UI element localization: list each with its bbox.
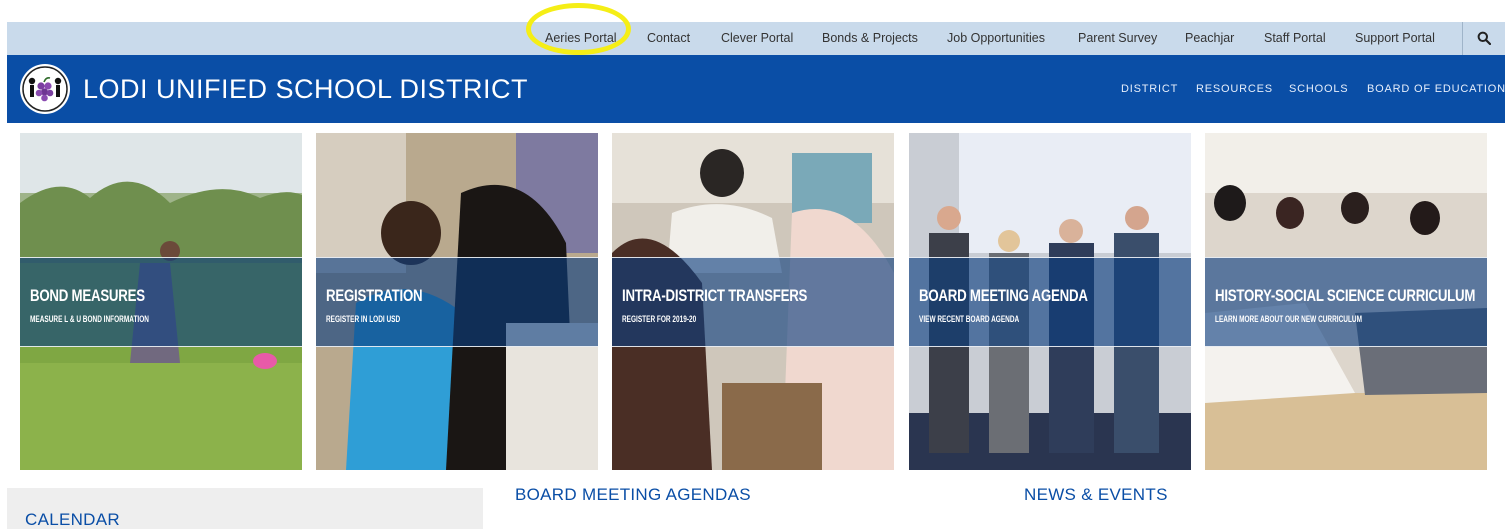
tile-title: HISTORY-SOCIAL SCIENCE CURRICULUM	[1215, 286, 1476, 305]
util-link-support-portal[interactable]: Support Portal	[1355, 22, 1435, 55]
util-link-aeries-portal[interactable]: Aeries Portal	[545, 22, 617, 55]
nav-schools[interactable]: SCHOOLS	[1289, 55, 1348, 123]
util-link-clever-portal[interactable]: Clever Portal	[721, 22, 793, 55]
search-button[interactable]	[1462, 22, 1505, 55]
tile-bond-measures[interactable]: BOND MEASURES MEASURE L & U BOND INFORMA…	[20, 133, 302, 470]
util-link-contact[interactable]: Contact	[647, 22, 690, 55]
tile-caption-band: INTRA-DISTRICT TRANSFERS REGISTER FOR 20…	[612, 257, 894, 347]
tile-board-meeting-agenda[interactable]: BOARD MEETING AGENDA VIEW RECENT BOARD A…	[909, 133, 1191, 470]
tile-title: INTRA-DISTRICT TRANSFERS	[622, 286, 808, 305]
tile-subtitle: LEARN MORE ABOUT OUR NEW CURRICULUM	[1215, 314, 1362, 324]
tile-caption-band: REGISTRATION REGISTER IN LODI USD	[316, 257, 598, 347]
tile-history-social-science[interactable]: HISTORY-SOCIAL SCIENCE CURRICULUM LEARN …	[1205, 133, 1487, 470]
util-link-staff-portal[interactable]: Staff Portal	[1264, 22, 1326, 55]
tile-subtitle: VIEW RECENT BOARD AGENDA	[919, 314, 1020, 324]
util-link-job-opportunities[interactable]: Job Opportunities	[947, 22, 1045, 55]
tile-registration[interactable]: REGISTRATION REGISTER IN LODI USD	[316, 133, 598, 470]
tile-caption-band: BOARD MEETING AGENDA VIEW RECENT BOARD A…	[909, 257, 1191, 347]
site-header: LODI UNIFIED SCHOOL DISTRICT DISTRICT RE…	[7, 55, 1505, 123]
tile-subtitle: MEASURE L & U BOND INFORMATION	[30, 314, 149, 324]
district-logo-icon[interactable]	[20, 64, 70, 114]
util-link-bonds-projects[interactable]: Bonds & Projects	[822, 22, 918, 55]
tile-subtitle: REGISTER IN LODI USD	[326, 314, 401, 324]
tile-title: BOND MEASURES	[30, 286, 145, 305]
nav-resources[interactable]: RESOURCES	[1196, 55, 1273, 123]
tile-subtitle: REGISTER FOR 2019-20	[622, 314, 697, 324]
util-link-peachjar[interactable]: Peachjar	[1185, 22, 1234, 55]
tile-intra-district-transfers[interactable]: INTRA-DISTRICT TRANSFERS REGISTER FOR 20…	[612, 133, 894, 470]
utility-bar: Aeries Portal Contact Clever Portal Bond…	[7, 22, 1505, 55]
tile-caption-band: HISTORY-SOCIAL SCIENCE CURRICULUM LEARN …	[1205, 257, 1487, 347]
site-title[interactable]: LODI UNIFIED SCHOOL DISTRICT	[83, 55, 528, 123]
nav-district[interactable]: DISTRICT	[1121, 55, 1178, 123]
tile-title: BOARD MEETING AGENDA	[919, 286, 1088, 305]
calendar-heading: CALENDAR	[25, 510, 120, 529]
util-link-parent-survey[interactable]: Parent Survey	[1078, 22, 1157, 55]
board-agendas-heading: BOARD MEETING AGENDAS	[515, 485, 751, 504]
calendar-panel: CALENDAR	[7, 488, 483, 529]
news-events-heading: NEWS & EVENTS	[1024, 485, 1168, 504]
tile-caption-band: BOND MEASURES MEASURE L & U BOND INFORMA…	[20, 257, 302, 347]
tile-title: REGISTRATION	[326, 286, 423, 305]
nav-board-of-education[interactable]: BOARD OF EDUCATION	[1367, 55, 1505, 123]
search-icon	[1477, 31, 1491, 45]
